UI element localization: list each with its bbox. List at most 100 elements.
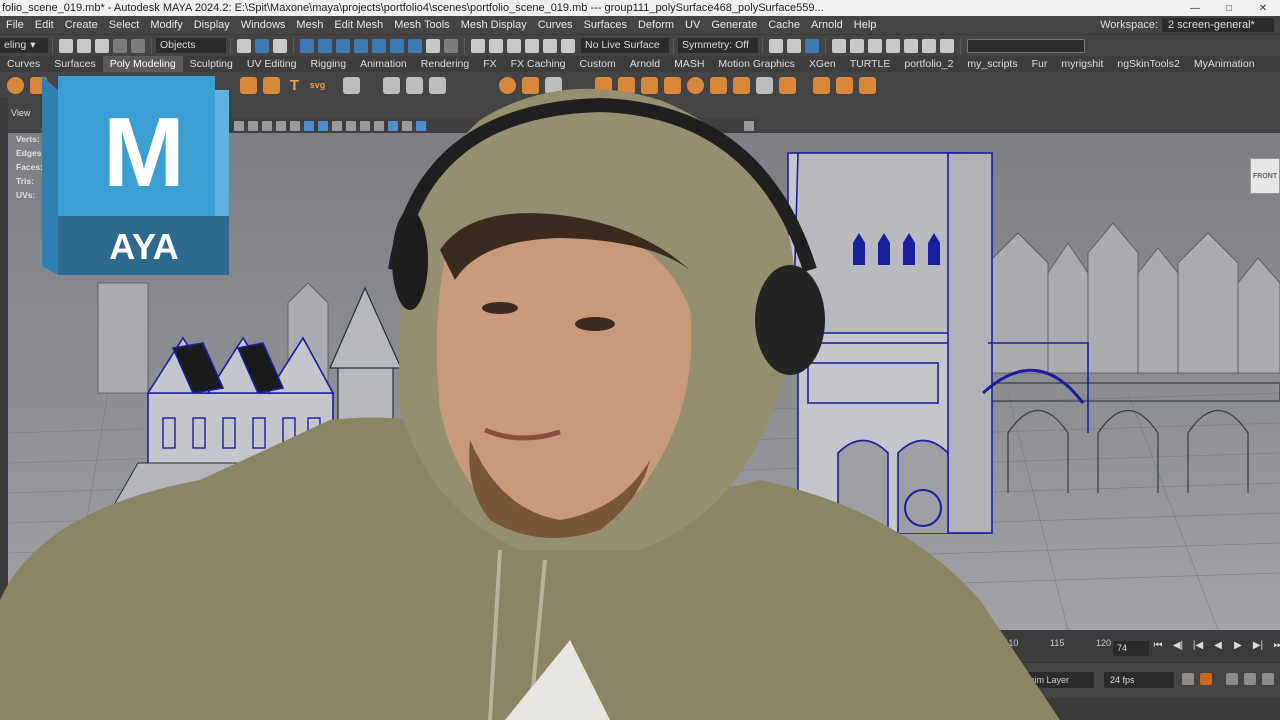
ambient-occlusion-icon[interactable] [374, 120, 384, 131]
pick-render-icon[interactable] [390, 38, 404, 53]
menu-windows[interactable]: Windows [235, 19, 291, 31]
anim-layer-dropdown[interactable]: No Anim Layer [1002, 672, 1094, 688]
shelf-tab-xgen[interactable]: XGen [802, 56, 843, 72]
extrude-icon[interactable] [595, 76, 612, 94]
go-to-start-icon[interactable]: ⏮ [1152, 640, 1164, 651]
connect-icon[interactable] [733, 76, 750, 94]
isolate-select-icon[interactable] [388, 120, 398, 131]
hypershade-icon[interactable] [850, 38, 864, 53]
edge-loop-icon[interactable] [813, 76, 830, 94]
shelf-tab-curves[interactable]: Curves [0, 56, 47, 72]
open-scene-icon[interactable] [77, 38, 91, 53]
measure-icon[interactable] [383, 76, 400, 94]
lights-icon[interactable] [346, 120, 356, 131]
weld-icon[interactable] [429, 76, 446, 94]
panel-view-menu[interactable]: View [11, 108, 30, 118]
go-to-end-icon[interactable]: ⏭ [1272, 640, 1280, 651]
target-weld-icon[interactable] [710, 76, 727, 94]
render-setup-icon[interactable] [886, 38, 900, 53]
menu-curves[interactable]: Curves [532, 19, 578, 31]
snap-surface-icon[interactable] [543, 38, 557, 53]
symmetry-dropdown[interactable]: Symmetry: Off [678, 38, 758, 53]
poly-sphere-icon[interactable] [7, 76, 24, 94]
shelf-tab-sculpting[interactable]: Sculpting [183, 56, 240, 72]
time-slider[interactable]: 110 115 120 74 [0, 630, 1280, 662]
bevel-icon[interactable] [641, 76, 658, 94]
multi-cut-icon[interactable] [687, 76, 704, 94]
menu-uv[interactable]: UV [679, 19, 705, 31]
chevron-down-icon[interactable] [744, 120, 754, 131]
fps-dropdown[interactable]: 24 fps [1104, 672, 1174, 688]
menu-file[interactable]: File [0, 19, 29, 31]
lock-selection-icon[interactable] [426, 38, 440, 53]
shelf-tab-custom[interactable]: Custom [573, 56, 623, 72]
image-plane-icon[interactable] [262, 120, 272, 131]
render-settings-icon[interactable] [832, 38, 846, 53]
shelf-tab-rendering[interactable]: Rendering [414, 56, 476, 72]
menu-surfaces[interactable]: Surfaces [578, 19, 632, 31]
shelf-tab-arnold[interactable]: Arnold [623, 56, 667, 72]
play-forwards-icon[interactable]: ▶ [1232, 640, 1244, 651]
redo-icon[interactable] [131, 38, 145, 53]
poly-helix-icon[interactable] [263, 76, 280, 94]
snap-view-icon[interactable] [525, 38, 539, 53]
new-scene-icon[interactable] [59, 38, 73, 53]
light-editor-icon[interactable] [904, 38, 918, 53]
menu-modify[interactable]: Modify [144, 19, 187, 31]
pick-curve-icon[interactable] [318, 38, 332, 53]
animation-prefs-icon[interactable] [1244, 673, 1256, 685]
bridge-icon[interactable] [618, 76, 635, 94]
shelf-tab-fur[interactable]: Fur [1025, 56, 1055, 72]
shelf-tab-fx-caching[interactable]: FX Caching [504, 56, 573, 72]
command-input-field[interactable] [967, 38, 1085, 53]
render-current-icon[interactable] [787, 38, 801, 53]
pick-deform-icon[interactable] [354, 38, 368, 53]
combine-icon[interactable] [499, 76, 516, 94]
snap-grid-icon[interactable] [471, 38, 485, 53]
save-scene-icon[interactable] [95, 38, 109, 53]
snap-point-icon[interactable] [507, 38, 521, 53]
menu-generate[interactable]: Generate [705, 19, 762, 31]
pause-render-icon[interactable] [940, 38, 954, 53]
append-icon[interactable] [779, 76, 796, 94]
smooth-icon[interactable] [545, 76, 562, 94]
view-cube[interactable]: FRONT [1250, 158, 1280, 194]
settings-icon[interactable] [1262, 673, 1274, 685]
step-back-frame-icon[interactable]: |◀ [1192, 640, 1204, 651]
menu-help[interactable]: Help [848, 19, 882, 31]
snap-live-icon[interactable] [561, 38, 575, 53]
step-back-key-icon[interactable]: ◀| [1172, 640, 1184, 651]
shelf-tab-animation[interactable]: Animation [353, 56, 414, 72]
undo-icon[interactable] [113, 38, 127, 53]
menu-deform[interactable]: Deform [632, 19, 679, 31]
minimize-button[interactable]: — [1178, 0, 1212, 16]
selection-mode-dropdown[interactable]: Objects [156, 38, 226, 53]
shelf-tab-myanimation[interactable]: MyAnimation [1187, 56, 1262, 72]
menuset-dropdown[interactable]: eling ▾ [0, 38, 48, 53]
film-gate-icon[interactable] [290, 120, 300, 131]
shelf-tab-surfaces[interactable]: Surfaces [47, 56, 102, 72]
grid-icon[interactable] [343, 76, 360, 94]
pick-mask-icon[interactable] [300, 38, 314, 53]
maximize-button[interactable]: □ [1212, 0, 1246, 16]
camera-attributes-icon[interactable] [234, 120, 244, 131]
highlight-icon[interactable] [444, 38, 458, 53]
shelf-tab-ngskintools2[interactable]: ngSkinTools2 [1110, 56, 1186, 72]
pick-misc-icon[interactable] [408, 38, 422, 53]
auto-key-icon[interactable] [1200, 673, 1212, 685]
ipr-render-icon[interactable] [805, 38, 819, 53]
grid-toggle-icon[interactable] [276, 120, 286, 131]
snap-curve-icon[interactable] [489, 38, 503, 53]
menu-mesh-tools[interactable]: Mesh Tools [388, 19, 454, 31]
arnold-render-icon[interactable] [922, 38, 936, 53]
separate-icon[interactable] [522, 76, 539, 94]
select-hierarchy-icon[interactable] [237, 38, 251, 53]
smooth-shade-icon[interactable] [318, 120, 328, 131]
quad-draw-icon[interactable] [756, 76, 773, 94]
shelf-tab-mash[interactable]: MASH [667, 56, 711, 72]
select-object-icon[interactable] [255, 38, 269, 53]
select-component-icon[interactable] [273, 38, 287, 53]
menu-edit-mesh[interactable]: Edit Mesh [328, 19, 388, 31]
sound-icon[interactable] [1226, 673, 1238, 685]
pick-dynamics-icon[interactable] [372, 38, 386, 53]
